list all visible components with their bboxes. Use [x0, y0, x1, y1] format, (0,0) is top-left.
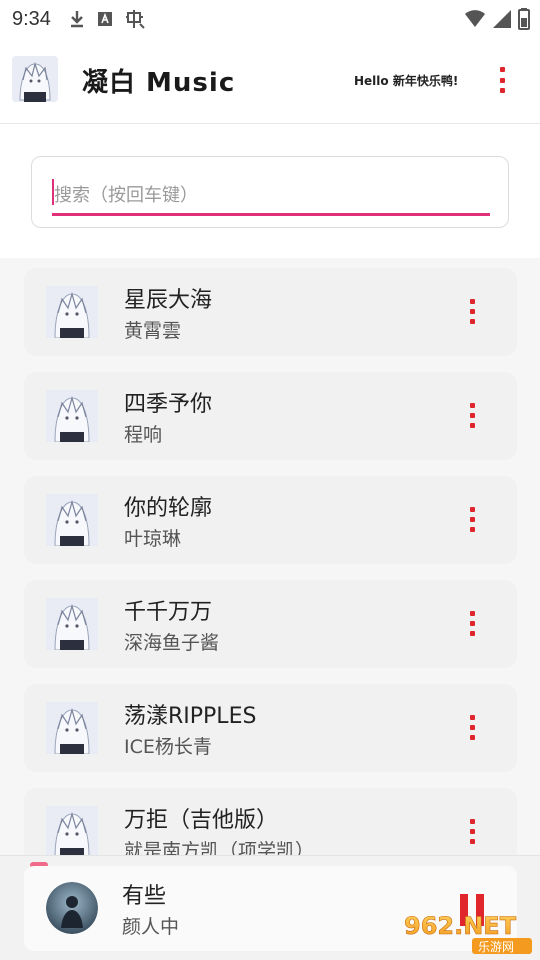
song-item[interactable]: 你的轮廓 叶琼琳: [24, 476, 517, 564]
download-icon: [69, 9, 85, 29]
more-vert-icon[interactable]: [468, 819, 476, 844]
song-cover: [46, 390, 98, 442]
search-underline: [52, 213, 490, 216]
signal-icon: [492, 9, 512, 34]
song-list[interactable]: 星辰大海 黄霄雲 四季予你 程响 你的轮廓 叶琼琳 千千万万 深海鱼子酱 荡漾R…: [0, 258, 540, 858]
bug-icon: [125, 8, 147, 30]
song-title: 你的轮廓: [124, 496, 213, 521]
song-artist: 黄霄雲: [124, 320, 182, 342]
status-bar: 9:34: [0, 0, 540, 38]
song-title: 荡漾RIPPLES: [124, 704, 257, 729]
song-artist: ICE杨长青: [124, 736, 212, 758]
more-vert-icon[interactable]: [468, 299, 476, 324]
song-cover: [46, 494, 98, 546]
status-right-group: [464, 8, 530, 35]
song-cover: [46, 806, 98, 858]
app-bar: 凝白 Music Hello 新年快乐鸭!: [0, 40, 540, 124]
song-item[interactable]: 万拒（吉他版） 就是南方凯（项学凯）: [24, 788, 517, 858]
greeting-text: Hello 新年快乐鸭!: [354, 74, 459, 88]
search-card: [31, 156, 509, 228]
watermark-text: 962.NET: [404, 912, 517, 940]
song-cover: [46, 598, 98, 650]
song-title: 万拒（吉他版）: [124, 808, 279, 833]
now-playing-artist: 颜人中: [122, 916, 180, 938]
song-artist: 深海鱼子酱: [124, 632, 220, 654]
more-vert-icon[interactable]: [494, 67, 510, 93]
font-a-icon: [97, 11, 113, 27]
status-time: 9:34: [12, 7, 51, 30]
song-item[interactable]: 星辰大海 黄霄雲: [24, 268, 517, 356]
song-item[interactable]: 千千万万 深海鱼子酱: [24, 580, 517, 668]
song-cover: [46, 286, 98, 338]
search-input[interactable]: [52, 175, 490, 215]
song-cover: [46, 702, 98, 754]
more-vert-icon[interactable]: [468, 507, 476, 532]
song-artist: 叶琼琳: [124, 528, 182, 550]
more-vert-icon[interactable]: [468, 611, 476, 636]
song-title: 四季予你: [124, 392, 213, 417]
song-title: 星辰大海: [124, 288, 213, 313]
song-item[interactable]: 四季予你 程响: [24, 372, 517, 460]
text-cursor: [52, 179, 54, 205]
more-vert-icon[interactable]: [468, 403, 476, 428]
now-playing-title: 有些: [122, 884, 167, 909]
album-cover: [46, 882, 98, 934]
app-title: 凝白 Music: [82, 68, 236, 98]
more-vert-icon[interactable]: [468, 715, 476, 740]
watermark-logo: 962.NET 乐游网: [402, 908, 538, 956]
song-item[interactable]: 荡漾RIPPLES ICE杨长青: [24, 684, 517, 772]
song-artist: 程响: [124, 424, 163, 446]
song-title: 千千万万: [124, 600, 213, 625]
wifi-icon: [464, 9, 486, 34]
app-avatar[interactable]: [12, 56, 58, 102]
watermark-subtext: 乐游网: [478, 940, 514, 954]
battery-icon: [518, 8, 530, 35]
